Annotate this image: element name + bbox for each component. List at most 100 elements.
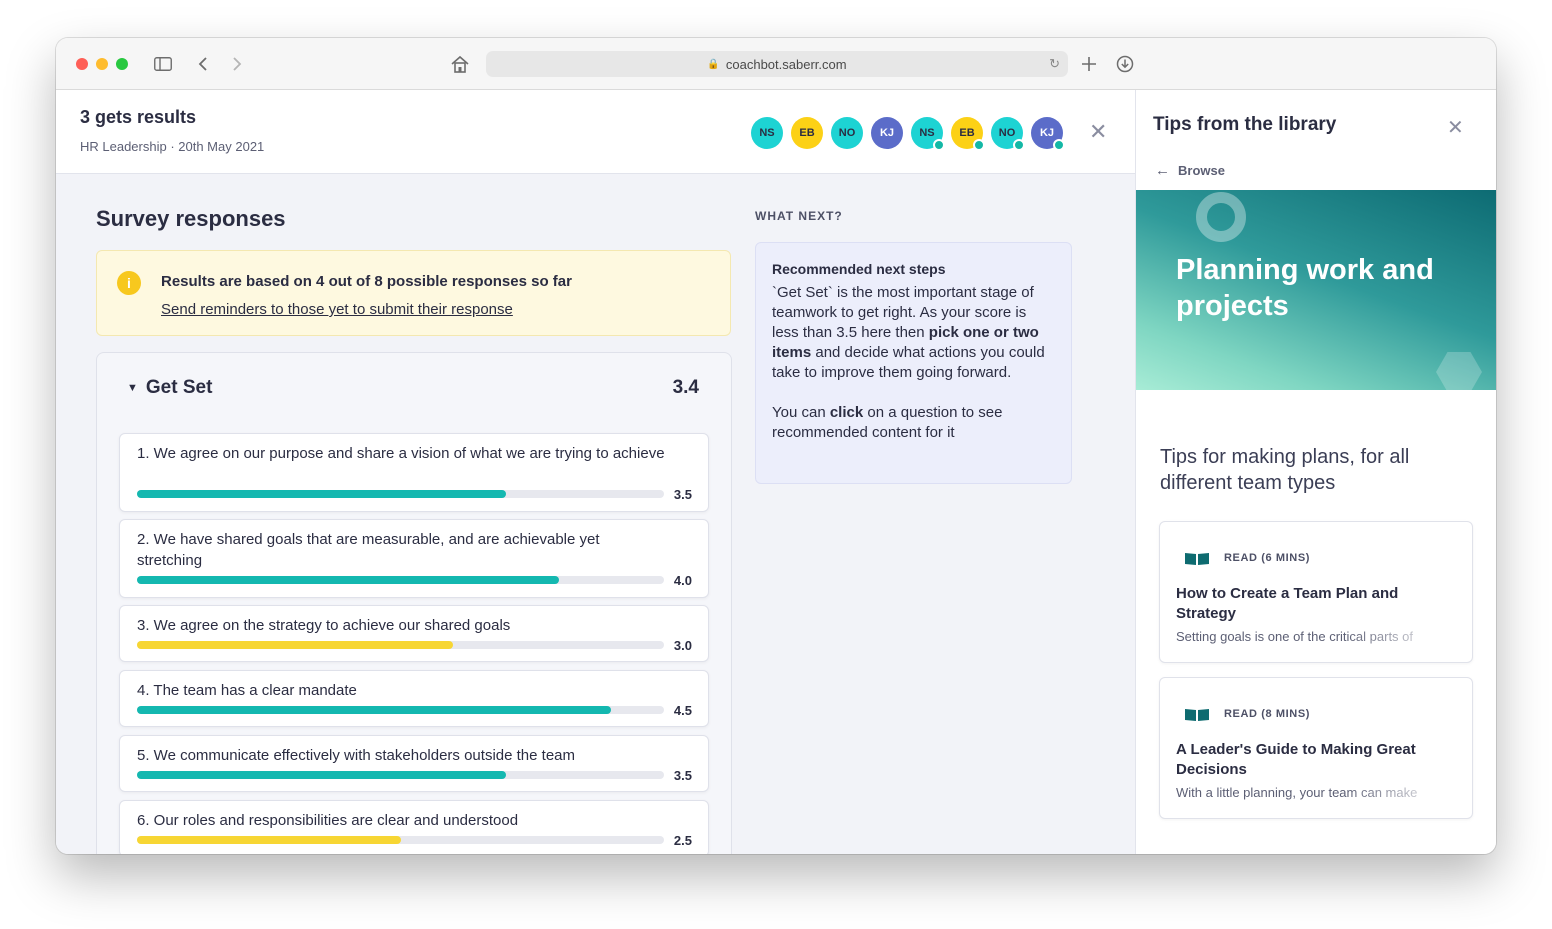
- score-bar: [137, 490, 664, 498]
- book-icon: [1185, 553, 1209, 565]
- book-icon: [1185, 709, 1209, 721]
- question-score: 2.5: [673, 833, 692, 848]
- avatar-initials: KJ: [879, 127, 895, 139]
- minimize-window-button[interactable]: [96, 58, 108, 70]
- question-text: 6. Our roles and responsibilities are cl…: [137, 812, 519, 829]
- hint-text-bold: click: [829, 404, 864, 421]
- avatar-initials: EB: [799, 127, 815, 139]
- notice-text: Results are based on 4 out of 8 possible…: [161, 273, 572, 290]
- section-score: 3.4: [672, 377, 699, 398]
- avatar[interactable]: NS: [911, 117, 945, 151]
- question-card[interactable]: 4. The team has a clear mandate 4.5: [119, 670, 709, 727]
- address-bar[interactable]: 🔒 coachbot.saberr.com ↻: [486, 51, 1068, 77]
- question-text: 4. The team has a clear mandate: [137, 682, 357, 699]
- read-time-label: READ (6 MINS): [1224, 552, 1311, 564]
- browser-window: 🔒 coachbot.saberr.com ↻ 3 gets results H…: [56, 38, 1496, 854]
- recommendation-title: Recommended next steps: [772, 261, 946, 277]
- question-score: 4.5: [673, 703, 692, 718]
- question-text: 1. We agree on our purpose and share a v…: [137, 445, 665, 462]
- hero-title: Planning work and projects: [1176, 254, 1434, 322]
- question-text: 5. We communicate effectively with stake…: [137, 747, 575, 764]
- avatar[interactable]: NS: [751, 117, 783, 149]
- results-header: 3 gets results HR Leadership · 20th May …: [56, 90, 1135, 174]
- score-bar-fill: [137, 641, 454, 649]
- article-title: How to Create a Team Plan and Strategy: [1176, 585, 1399, 622]
- article-card[interactable]: READ (6 MINS) How to Create a Team Plan a…: [1159, 521, 1473, 663]
- section-title: Survey responses: [96, 206, 286, 231]
- avatar[interactable]: KJ: [871, 117, 903, 149]
- avatar-initials: NS: [919, 127, 935, 139]
- recommendation-body: `Get Set` is the most important stage of…: [772, 283, 1055, 383]
- question-score: 3.5: [673, 487, 692, 502]
- arrow-left-icon: ←: [1155, 162, 1170, 179]
- page-subtitle: HR Leadership · 20th May 2021: [80, 139, 265, 154]
- submitted-check-icon: [1053, 139, 1065, 151]
- avatar-initials: KJ: [1039, 127, 1055, 139]
- section-toggle[interactable]: ▼ Get Set: [127, 377, 212, 399]
- avatar[interactable]: EB: [791, 117, 823, 149]
- page-title: 3 gets results: [80, 107, 197, 127]
- score-bar-fill: [137, 771, 506, 779]
- browse-label: Browse: [1178, 163, 1225, 178]
- article-snippet: Setting goals is one of the critical par…: [1176, 629, 1414, 644]
- question-card[interactable]: 2. We have shared goals that are measura…: [119, 519, 709, 598]
- info-icon: i: [117, 271, 141, 295]
- topic-hero-banner: Planning work and projects: [1136, 190, 1496, 390]
- section-name: Get Set: [145, 377, 213, 398]
- question-card[interactable]: 6. Our roles and responsibilities are cl…: [119, 800, 709, 854]
- zoom-window-button[interactable]: [116, 58, 128, 70]
- url-text: coachbot.saberr.com: [725, 56, 847, 72]
- question-card[interactable]: 5. We communicate effectively with stake…: [119, 735, 709, 792]
- ring-decoration: [1196, 192, 1246, 242]
- rec-text-c: and decide what actions you could take t…: [772, 344, 1045, 381]
- submitted-check-icon: [973, 139, 985, 151]
- question-card[interactable]: 1. We agree on our purpose and share a v…: [119, 433, 709, 512]
- score-bar-fill: [137, 576, 559, 584]
- avatar-initials: NS: [759, 127, 775, 139]
- forward-icon[interactable]: [225, 52, 249, 76]
- avatar[interactable]: EB: [951, 117, 985, 151]
- score-bar-fill: [137, 706, 612, 714]
- hint-text-a: You can: [772, 404, 830, 421]
- reload-icon[interactable]: ↻: [1049, 56, 1060, 72]
- library-title: Tips from the library: [1153, 114, 1337, 135]
- avatar-initials: NO: [838, 127, 856, 139]
- close-library-icon[interactable]: ✕: [1447, 115, 1464, 140]
- sidebar-toggle-icon[interactable]: [151, 52, 175, 76]
- avatar-initials: NO: [998, 127, 1016, 139]
- avatar-initials: EB: [959, 127, 975, 139]
- close-icon[interactable]: ✕: [1089, 121, 1107, 143]
- library-sidebar: Tips from the library ✕ ← Browse Planning…: [1135, 90, 1496, 854]
- close-window-button[interactable]: [76, 58, 88, 70]
- score-bar: [137, 836, 664, 844]
- question-text: 2. We have shared goals that are measura…: [137, 531, 600, 569]
- hexagon-decoration: [1436, 352, 1482, 390]
- score-bar: [137, 706, 664, 714]
- browse-link[interactable]: ← Browse: [1155, 162, 1225, 179]
- results-panel: 3 gets results HR Leadership · 20th May …: [56, 90, 1135, 854]
- what-next-label: WHAT NEXT?: [755, 209, 843, 223]
- score-bar: [137, 576, 664, 584]
- downloads-icon[interactable]: [1113, 52, 1137, 76]
- new-tab-icon[interactable]: [1077, 52, 1101, 76]
- score-bar-fill: [137, 490, 506, 498]
- score-bar-fill: [137, 836, 401, 844]
- question-card[interactable]: 3. We agree on the strategy to achieve o…: [119, 605, 709, 662]
- send-reminders-link[interactable]: Send reminders to those yet to submit th…: [161, 301, 513, 318]
- article-snippet: With a little planning, your team can ma…: [1176, 785, 1418, 800]
- avatar[interactable]: NO: [831, 117, 863, 149]
- question-text: 3. We agree on the strategy to achieve o…: [137, 617, 511, 634]
- home-icon[interactable]: [448, 52, 472, 76]
- lock-icon: 🔒: [707, 58, 720, 70]
- back-icon[interactable]: [191, 52, 215, 76]
- avatar[interactable]: KJ: [1031, 117, 1065, 151]
- score-bar: [137, 771, 664, 779]
- get-set-section: ▼ Get Set 3.4 1. We agree on our purpose …: [96, 352, 732, 854]
- caret-down-icon: ▼: [127, 382, 138, 394]
- question-score: 3.5: [673, 768, 692, 783]
- topic-lead-text: Tips for making plans, for all different…: [1160, 446, 1410, 494]
- article-title: A Leader's Guide to Making Great Decisio…: [1176, 741, 1416, 778]
- article-card[interactable]: READ (8 MINS) A Leader's Guide to Making …: [1159, 677, 1473, 819]
- avatar[interactable]: NO: [991, 117, 1025, 151]
- responses-notice: i Results are based on 4 out of 8 possib…: [96, 250, 731, 336]
